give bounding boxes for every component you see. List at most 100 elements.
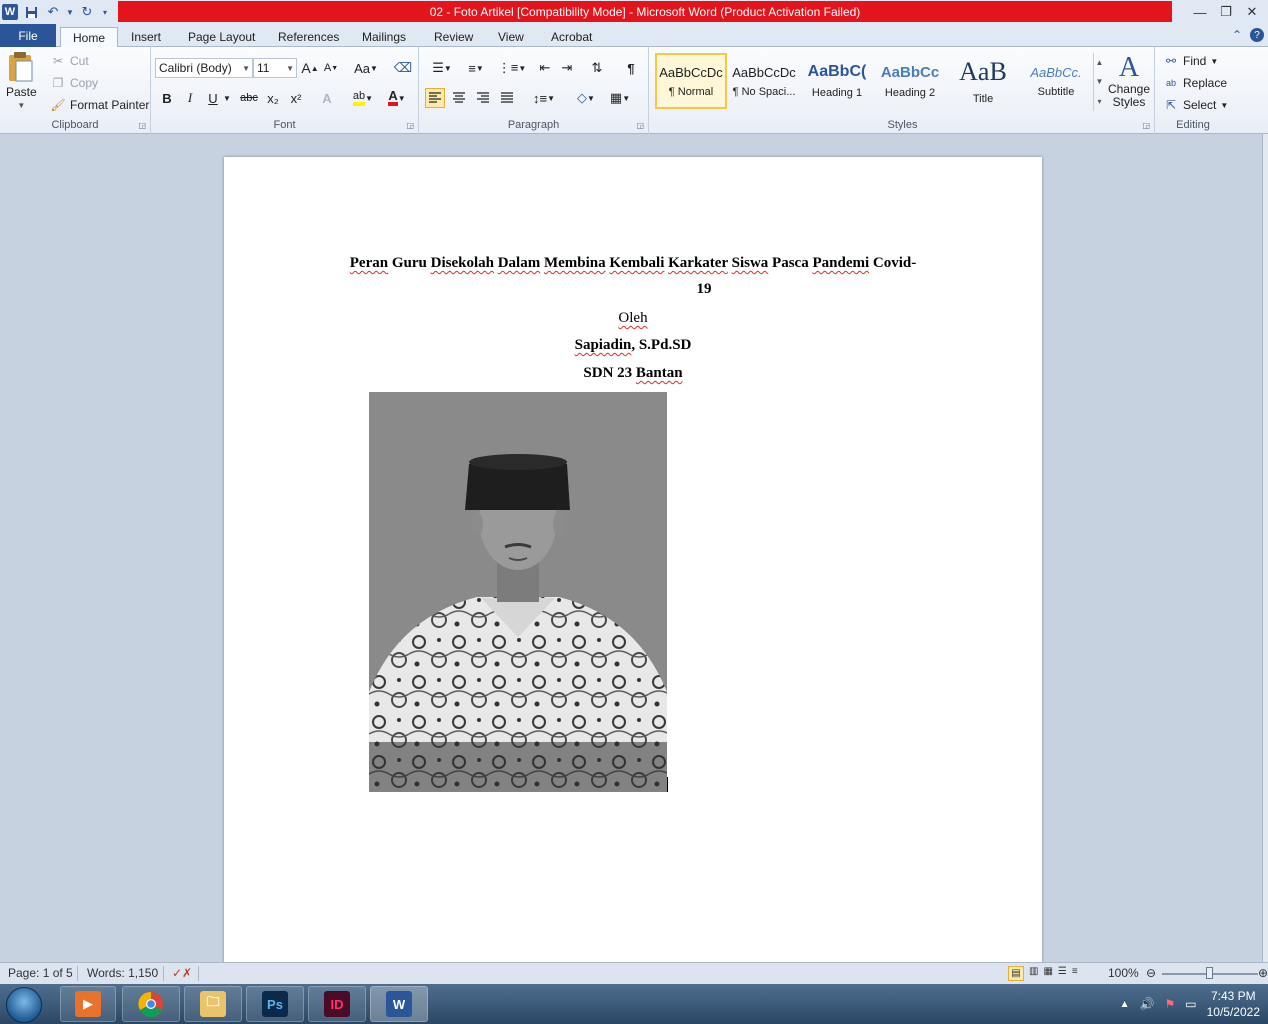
minimize-icon[interactable]: — [1188,3,1212,21]
style-no-spacing[interactable]: AaBbCcDc ¶ No Spaci... [728,53,800,109]
zoom-slider-thumb[interactable] [1206,967,1213,979]
school-name[interactable]: SDN 23 Bantan [224,365,1042,382]
tab-file[interactable]: File [0,24,56,47]
article-title-line-2[interactable]: 19 [224,281,1042,298]
print-layout-icon[interactable]: ▤ [1008,966,1024,981]
bullets-icon[interactable]: ☰ ▼ [427,58,457,78]
decrease-indent-icon[interactable]: ⇤ [535,58,555,78]
style-subtitle[interactable]: AaBbCc. Subtitle [1020,53,1092,109]
taskbar-indesign[interactable]: ID [308,986,366,1022]
grow-font-button[interactable]: A ▲ [300,58,320,78]
italic-button[interactable]: I [180,88,200,108]
taskbar-media-player[interactable]: ▶ [60,986,116,1022]
close-icon[interactable]: ✕ [1240,3,1264,21]
word-count[interactable]: Words: 1,150 [87,966,158,980]
style-heading-2[interactable]: AaBbCc Heading 2 [874,53,946,109]
network-icon[interactable]: ▭ [1185,997,1196,1011]
show-formatting-marks-button[interactable]: ¶ [621,58,641,78]
change-case-button[interactable]: Aa ▼ [352,58,380,78]
tab-references[interactable]: References [266,27,351,47]
superscript-button[interactable]: x² [286,88,306,108]
vertical-scrollbar[interactable] [1262,134,1268,962]
more-styles-icon[interactable]: ▾ [1097,97,1101,106]
shrink-font-button[interactable]: A ▼ [321,58,341,78]
justify-icon[interactable] [497,88,517,108]
show-hidden-icons-icon[interactable]: ▲ [1120,999,1130,1010]
multilevel-list-icon[interactable]: ⋮≡ ▼ [497,58,527,78]
style-normal[interactable]: AaBbCcDc ¶ Normal [655,53,727,109]
font-family-combo[interactable]: Calibri (Body) ▼ [155,58,253,78]
chevron-up-icon[interactable]: ▲ [1096,58,1104,67]
customize-qat-icon[interactable]: ▾ [100,3,110,21]
article-title-line-1[interactable]: Peran Guru Disekolah Dalam Membina Kemba… [224,255,1042,272]
word-app-icon[interactable]: W [2,4,18,20]
increase-indent-icon[interactable]: ⇥ [557,58,577,78]
cut-button[interactable]: ✂ Cut [50,53,89,69]
dialog-launcher-icon[interactable]: ◲ [138,121,146,130]
clear-formatting-icon[interactable]: ⌫ [393,58,413,78]
author-name[interactable]: Sapiadin, S.Pd.SD [224,337,1042,354]
change-styles-button[interactable]: A Change Styles [1107,53,1151,109]
outline-icon[interactable]: ☰ [1058,966,1067,981]
text-effects-button[interactable]: A [317,88,337,108]
taskbar-chrome[interactable] [122,986,180,1022]
taskbar-explorer[interactable]: 🗀 [184,986,242,1022]
taskbar-photoshop[interactable]: Ps [246,986,304,1022]
styles-gallery-scroll[interactable]: ▲ ▼ ▾ [1093,53,1105,111]
save-icon[interactable] [22,3,40,21]
proofing-icon[interactable]: ✓✗ [172,966,192,980]
author-photo[interactable] [369,392,667,792]
byline-oleh[interactable]: Oleh [224,310,1042,327]
select-button[interactable]: ⇱ Select ▼ [1163,97,1228,113]
numbering-icon[interactable]: ≡ ▼ [461,58,491,78]
align-center-icon[interactable] [449,88,469,108]
style-title[interactable]: AaB Title [947,53,1019,109]
shading-icon[interactable]: ◇ ▼ [571,88,601,108]
start-button-icon[interactable] [6,987,42,1023]
zoom-level[interactable]: 100% [1108,966,1139,980]
find-button[interactable]: ⚯ Find ▼ [1163,53,1218,69]
draft-icon[interactable]: ≡ [1072,966,1078,981]
font-size-combo[interactable]: 11 ▼ [253,58,297,78]
align-right-icon[interactable] [473,88,493,108]
chevron-down-icon[interactable]: ▼ [222,88,232,108]
chevron-down-icon[interactable]: ▼ [1096,77,1104,86]
taskbar-word[interactable]: W [370,986,428,1022]
redo-icon[interactable]: ↻ [78,3,96,21]
dialog-launcher-icon[interactable]: ◲ [1142,121,1150,130]
tab-insert[interactable]: Insert [119,27,173,47]
document-page[interactable]: Peran Guru Disekolah Dalam Membina Kemba… [224,157,1042,962]
tab-review[interactable]: Review [422,27,485,47]
sort-icon[interactable]: ⇅ [587,58,607,78]
web-layout-icon[interactable]: ▦ [1043,966,1052,981]
subscript-button[interactable]: x₂ [263,88,283,108]
system-clock[interactable]: 7:43 PM 10/5/2022 [1207,988,1260,1020]
chevron-down-icon[interactable]: ▼ [66,3,74,21]
minimize-ribbon-icon[interactable]: ⌃ [1232,28,1242,42]
restore-icon[interactable]: ❐ [1214,3,1238,21]
dialog-launcher-icon[interactable]: ◲ [636,121,644,130]
tab-mailings[interactable]: Mailings [350,27,418,47]
strikethrough-button[interactable]: abc [237,88,261,108]
replace-button[interactable]: ab Replace [1163,75,1227,91]
format-painter-button[interactable]: 🖌 Format Painter [50,97,149,113]
bold-button[interactable]: B [157,88,177,108]
line-spacing-icon[interactable]: ↕≡ ▼ [529,88,559,108]
document-area[interactable]: Peran Guru Disekolah Dalam Membina Kemba… [0,134,1262,962]
tab-home[interactable]: Home [60,27,119,48]
borders-icon[interactable]: ▦ ▼ [605,88,635,108]
style-heading-1[interactable]: AaBbC( Heading 1 [801,53,873,109]
action-center-icon[interactable]: ⚑ [1165,997,1176,1011]
dialog-launcher-icon[interactable]: ◲ [406,121,414,130]
zoom-in-icon[interactable]: ⊕ [1258,966,1268,980]
page-count[interactable]: Page: 1 of 5 [8,966,73,980]
underline-button[interactable]: U [203,88,223,108]
align-left-icon[interactable] [425,88,445,108]
undo-icon[interactable]: ↶ [44,3,62,21]
help-icon[interactable]: ? [1250,28,1264,42]
zoom-out-icon[interactable]: ⊖ [1146,966,1156,980]
font-color-button[interactable]: A ▼ [383,88,411,108]
highlight-button[interactable]: ab ▼ [349,88,377,108]
paste-button[interactable]: Paste ▼ [6,51,37,110]
tab-page-layout[interactable]: Page Layout [176,27,267,47]
